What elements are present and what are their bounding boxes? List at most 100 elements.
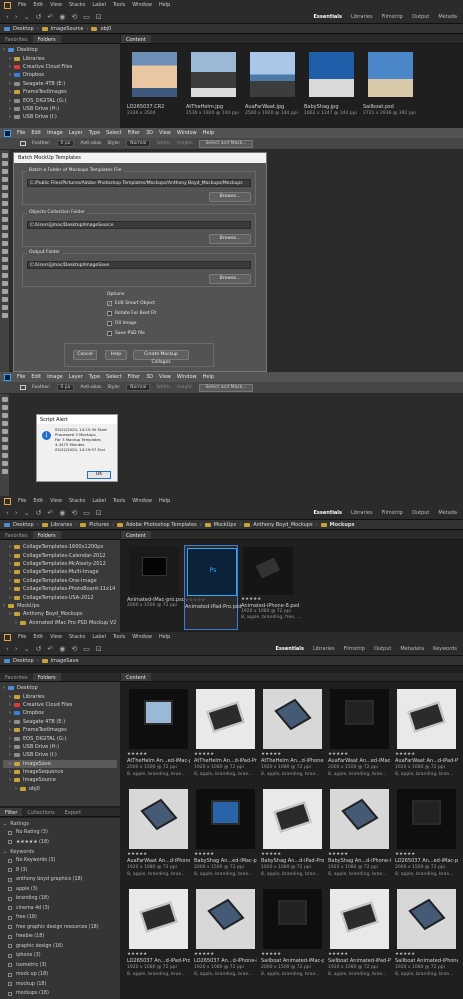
chevron-right-icon[interactable]: › <box>9 727 11 733</box>
tree-item[interactable]: › FrameTestImages <box>3 726 117 734</box>
menu-view[interactable]: View <box>159 130 171 136</box>
select-and-mask-button[interactable]: Select and Mask... <box>199 139 253 148</box>
rating-stars[interactable]: ★★★★★ <box>261 952 281 957</box>
chevron-right-icon[interactable]: › <box>9 769 11 775</box>
workspace-libraries[interactable]: Libraries <box>351 14 373 20</box>
shape-tool-icon[interactable] <box>2 297 8 302</box>
menu-view[interactable]: View <box>159 374 171 380</box>
recent-icon[interactable]: ↺ <box>36 13 42 21</box>
history-brush-tool-icon[interactable] <box>2 233 8 238</box>
breadcrumb-item[interactable]: Libraries <box>51 522 73 528</box>
tab-folders[interactable]: Folders <box>32 531 61 539</box>
workspace-essentials[interactable]: Essentials <box>314 14 343 20</box>
breadcrumb-obj0[interactable]: obj0 <box>100 26 111 32</box>
workspace-metadata[interactable]: Metadata <box>400 646 424 652</box>
tree-item[interactable]: › Creative Cloud Files <box>3 701 117 709</box>
workspace-essentials[interactable]: Essentials <box>276 646 305 652</box>
workspace-filmstrip[interactable]: Filmstrip <box>382 510 403 516</box>
chevron-right-icon[interactable]: › <box>9 586 11 592</box>
tree-item[interactable]: › CollageTemplates-Multi-Image <box>3 568 117 576</box>
tab-content[interactable]: Content <box>121 673 151 681</box>
tree-item[interactable]: › Dropbox <box>3 71 117 79</box>
keyword-filter-item[interactable]: anthony boyd graphics (18) <box>3 875 117 885</box>
select-and-mask-button[interactable]: Select and Mask... <box>199 383 253 392</box>
refine-icon[interactable]: ⟲ <box>71 645 77 653</box>
output-path-input[interactable]: C:/Users/jjmac/Desktop/ImageSave <box>27 261 251 269</box>
back-icon[interactable]: ‹ <box>6 509 9 517</box>
breadcrumb-desktop[interactable]: Desktop <box>13 658 34 664</box>
rating-stars[interactable]: ★★★★★ <box>194 952 214 957</box>
thumbnail[interactable]: LO265037.CR2 2336 x 3504 <box>127 49 182 124</box>
tab-folders[interactable]: Folders <box>32 35 61 43</box>
thumbnail[interactable]: AuaFarWaat.jpg 2560 x 1920 @ 144 ppi <box>245 49 300 124</box>
rating-stars[interactable]: ★★★★★ <box>395 852 415 857</box>
workspace-libraries[interactable]: Libraries <box>313 646 335 652</box>
workspace-output[interactable]: Output <box>412 14 429 20</box>
chevron-right-icon[interactable]: › <box>9 569 11 575</box>
chevron-right-icon[interactable]: › <box>9 544 11 550</box>
tree-item[interactable]: › FrameTestImages <box>3 88 117 96</box>
menu-view[interactable]: View <box>50 634 62 640</box>
hand-tool-icon[interactable] <box>2 305 8 310</box>
breadcrumb-item[interactable]: MockUps <box>214 522 236 528</box>
frame-tool-icon[interactable] <box>2 193 8 198</box>
breadcrumb-item[interactable]: Adobe Photoshop Templates <box>126 522 197 528</box>
chevron-right-icon[interactable]: › <box>3 47 5 53</box>
rating-filter-item[interactable]: No Rating (3) <box>3 828 117 838</box>
keyword-filter-item[interactable]: free graphic design resources (18) <box>3 923 117 933</box>
chevron-right-icon[interactable]: › <box>15 620 17 626</box>
breadcrumb-item[interactable]: Mockups <box>330 522 355 528</box>
chevron-right-icon[interactable]: › <box>9 736 11 742</box>
thumbnail[interactable]: Animated-iMac-pro.psd 2000 x 1500 @ 72 pp… <box>127 545 185 630</box>
thumbnail[interactable]: ★★★★★BabyShag An...ed-iMac-pro.jpg2000 x… <box>194 786 257 882</box>
tree-item[interactable]: › Seagate 4TB (E:) <box>3 80 117 88</box>
chevron-right-icon[interactable]: › <box>9 561 11 567</box>
tree-item[interactable]: › CollageTemplates-Calendar-2012 <box>3 551 117 559</box>
workspace-metadata[interactable]: Metada <box>438 14 457 20</box>
chevron-right-icon[interactable]: › <box>9 702 11 708</box>
tree-item[interactable]: › Anthony Boyd_Mockups <box>3 610 117 618</box>
thumbnail[interactable]: ★★★★★AuaFarWaat An...d-iPad-Pro.jpg1920 … <box>395 686 458 782</box>
keyword-filter-item[interactable]: freebie (18) <box>3 932 117 942</box>
menu-file[interactable]: File <box>17 130 25 136</box>
menu-stacks[interactable]: Stacks <box>69 2 85 8</box>
breadcrumb-imagesource[interactable]: ImageSource <box>51 26 84 32</box>
menu-tools[interactable]: Tools <box>113 634 125 640</box>
back-icon[interactable]: ‹ <box>6 645 9 653</box>
menu-tools[interactable]: Tools <box>113 2 125 8</box>
menu-view[interactable]: View <box>50 498 62 504</box>
chevron-down-icon[interactable]: ⌄ <box>24 509 30 517</box>
chevron-down-icon[interactable]: ⌄ <box>24 13 30 21</box>
rating-stars[interactable]: ★★★★★ <box>328 952 348 957</box>
menu-select[interactable]: Select <box>106 374 121 380</box>
keyword-filter-item[interactable]: graphic design (18) <box>3 942 117 952</box>
rating-stars[interactable]: ★★★★★ <box>127 852 147 857</box>
chevron-right-icon[interactable]: › <box>9 106 11 112</box>
menu-window[interactable]: Window <box>177 130 197 136</box>
back-icon[interactable]: ‹ <box>6 13 9 21</box>
menu-edit[interactable]: Edit <box>33 2 43 8</box>
menu-image[interactable]: Image <box>47 374 63 380</box>
keyword-filter-item[interactable]: mockup (18) <box>3 980 117 990</box>
marquee-tool-icon[interactable] <box>2 161 8 166</box>
tree-item[interactable]: › USB Drive (I:) <box>3 751 117 759</box>
rating-stars[interactable]: ★★★★★ <box>127 952 147 957</box>
tree-item[interactable]: › CollageTemplates-One-Image <box>3 577 117 585</box>
move-tool-icon[interactable] <box>2 397 8 402</box>
brush-tool-icon[interactable] <box>2 217 8 222</box>
rating-stars[interactable]: ★★★★★ <box>261 852 281 857</box>
breadcrumb-desktop[interactable]: Desktop <box>13 26 34 32</box>
forward-icon[interactable]: › <box>15 509 18 517</box>
rating-stars[interactable]: ☆☆☆☆☆ <box>185 598 205 603</box>
chevron-right-icon[interactable]: › <box>9 761 11 767</box>
workspace-output[interactable]: Output <box>374 646 391 652</box>
boomerang-icon[interactable]: ↶ <box>47 13 53 21</box>
chevron-right-icon[interactable]: › <box>3 685 5 691</box>
keyword-filter-item[interactable]: mock up (18) <box>3 970 117 980</box>
keyword-filter-item[interactable]: apple (3) <box>3 885 117 895</box>
menu-filter[interactable]: Filter <box>128 374 140 380</box>
tab-collections[interactable]: Collections <box>22 808 59 816</box>
feather-input[interactable]: 0 px <box>56 140 75 147</box>
forward-icon[interactable]: › <box>15 13 18 21</box>
keyword-filter-item[interactable]: iphone (3) <box>3 951 117 961</box>
